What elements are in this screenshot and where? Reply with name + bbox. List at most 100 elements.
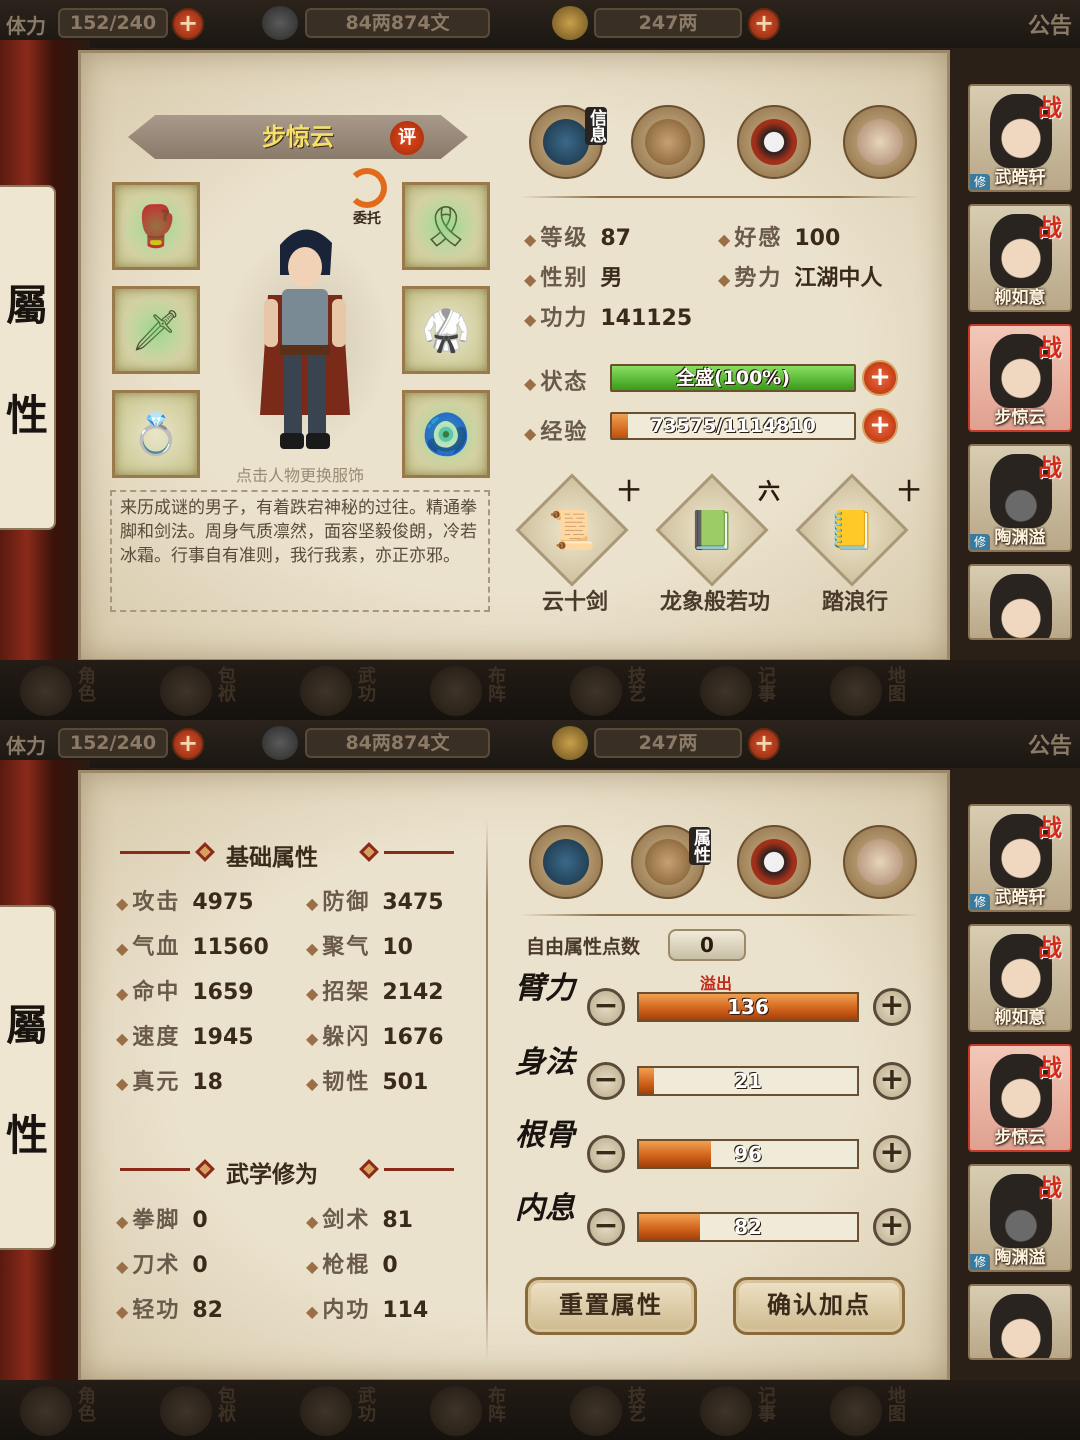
scroll-tab-char: 屬 [5,1001,48,1050]
copper-value: 84两874文 [305,728,490,758]
attr-bar: 82 [637,1212,859,1242]
skill-slot[interactable]: 📒 十 踏浪行 [790,473,920,618]
roster-card[interactable] [968,1284,1072,1360]
journal-icon [700,666,752,716]
roster-card[interactable]: 战武皓轩修 [968,804,1072,912]
increase-button[interactable]: + [873,988,911,1026]
scroll-icon: 📜 [548,508,596,552]
stat-power: ◆ 功力 141125 [524,306,693,331]
gold-ingot-icon [552,726,588,760]
column-divider [486,820,488,1360]
add-silver-button[interactable]: + [748,8,780,40]
scroll-tab-char: 屬 [5,281,48,330]
scroll-tab-char: 性 [5,1111,48,1160]
roster-card[interactable]: 战陶渊溢修 [968,1164,1072,1272]
notice-button[interactable]: 公告 [1028,8,1072,40]
increase-button[interactable]: + [873,1135,911,1173]
decrease-button[interactable]: − [587,1208,625,1246]
equip-slot-ring[interactable]: 💍 [112,390,200,478]
nav-item[interactable]: 技艺 [560,1384,690,1438]
character-bio: 来历成谜的男子，有着跌宕神秘的过往。精通拳脚和剑法。周身气质凛然，面容坚毅俊朗，… [110,490,490,612]
martial-attr: ◆ 刀术 0 [116,1253,208,1278]
divider [520,914,920,916]
notice-button[interactable]: 公告 [1028,728,1072,760]
attr-bar: 136 [637,992,859,1022]
nav-item[interactable]: 地图 [820,664,950,718]
roster-card[interactable]: 战柳如意 [968,924,1072,1032]
nav-item[interactable]: 布阵 [420,1384,550,1438]
bagua-icon [430,1386,482,1436]
cultivate-badge: 修 [970,1254,990,1270]
nav-item[interactable]: 武功 [290,1384,420,1438]
equip-slot-weapon[interactable]: 🗡 [112,286,200,374]
nav-item[interactable]: 地图 [820,1384,950,1438]
straw-hat-icon [543,119,589,165]
restore-status-button[interactable]: + [862,360,898,396]
roster-card-selected[interactable]: 战步惊云 [968,1044,1072,1152]
confirm-points-button[interactable]: 确认加点 [733,1277,905,1335]
roster-card-selected[interactable]: 战步惊云 [968,324,1072,432]
increase-button[interactable]: + [873,1062,911,1100]
roster-name: 步惊云 [994,1128,1046,1148]
basic-attr: ◆ 聚气 10 [306,935,413,960]
reset-attributes-button[interactable]: 重置属性 [525,1277,697,1335]
free-points-value: 0 [668,929,746,961]
silver-value: 247两 [594,8,742,38]
body-icon [857,839,903,885]
add-stamina-button[interactable]: + [172,728,204,760]
roster-card[interactable]: 战柳如意 [968,204,1072,312]
roster-card[interactable] [968,564,1072,640]
bagua-icon [751,119,797,165]
decrease-button[interactable]: − [587,988,625,1026]
equip-slot-bracer[interactable]: 🥊 [112,182,200,270]
decrease-button[interactable]: − [587,1135,625,1173]
roster-card[interactable]: 战陶渊溢修 [968,444,1072,552]
attr-row-breath: 内息 − 82 + [515,1194,925,1260]
decrease-button[interactable]: − [587,1062,625,1100]
tab-meridians[interactable] [843,105,917,179]
add-silver-button[interactable]: + [748,728,780,760]
roster-name: 柳如意 [994,1008,1046,1028]
title-ornament-line [384,1168,454,1171]
equip-slot-armor[interactable]: 🥋 [402,286,490,374]
equip-slot-belt[interactable]: 🎗 [402,182,490,270]
hero-figure[interactable] [250,215,360,455]
skill-level: 十 [897,479,920,505]
nav-label: 地图 [885,1386,906,1422]
tab-info[interactable] [529,825,603,899]
nav-item[interactable]: 角色 [10,1384,140,1438]
nav-item[interactable]: 布阵 [420,664,550,718]
roster-name: 步惊云 [994,408,1046,428]
stat-faction: ◆ 势力 江湖中人 [718,266,883,291]
attributes-scroll-tab[interactable]: 屬 性 [0,905,56,1250]
bagua-icon [751,839,797,885]
review-button[interactable]: 评 [390,121,424,155]
nav-item[interactable]: 记事 [690,1384,820,1438]
nav-item[interactable]: 包袱 [150,1384,280,1438]
basic-attr: ◆ 命中 1659 [116,980,254,1005]
increase-button[interactable]: + [873,1208,911,1246]
attributes-scroll-tab[interactable]: 屬 性 [0,185,56,530]
attr-value: 136 [727,995,769,1019]
nav-item[interactable]: 记事 [690,664,820,718]
book-icon: 📒 [828,508,876,552]
tab-attributes[interactable] [631,105,705,179]
nav-item[interactable]: 武功 [290,664,420,718]
robe-icon: 🥋 [421,307,471,354]
equip-slot-pendant[interactable]: 🧿 [402,390,490,478]
skill-slot[interactable]: 📗 六 龙象般若功 [650,473,780,618]
title-ornament-line [120,851,190,854]
add-exp-button[interactable]: + [862,408,898,444]
nav-item[interactable]: 技艺 [560,664,690,718]
tab-meridians[interactable] [843,825,917,899]
nav-item[interactable]: 角色 [10,664,140,718]
roster-card[interactable]: 战武皓轩修 [968,84,1072,192]
panel-tabs: 属性 [525,825,925,905]
nav-item[interactable]: 包袱 [150,664,280,718]
tab-info-label: 信息 [585,107,607,145]
skill-slot[interactable]: 📜 十 云十剑 [510,473,640,618]
attr-name: 内息 [515,1191,575,1226]
tab-bagua[interactable] [737,105,811,179]
tab-bagua[interactable] [737,825,811,899]
add-stamina-button[interactable]: + [172,8,204,40]
